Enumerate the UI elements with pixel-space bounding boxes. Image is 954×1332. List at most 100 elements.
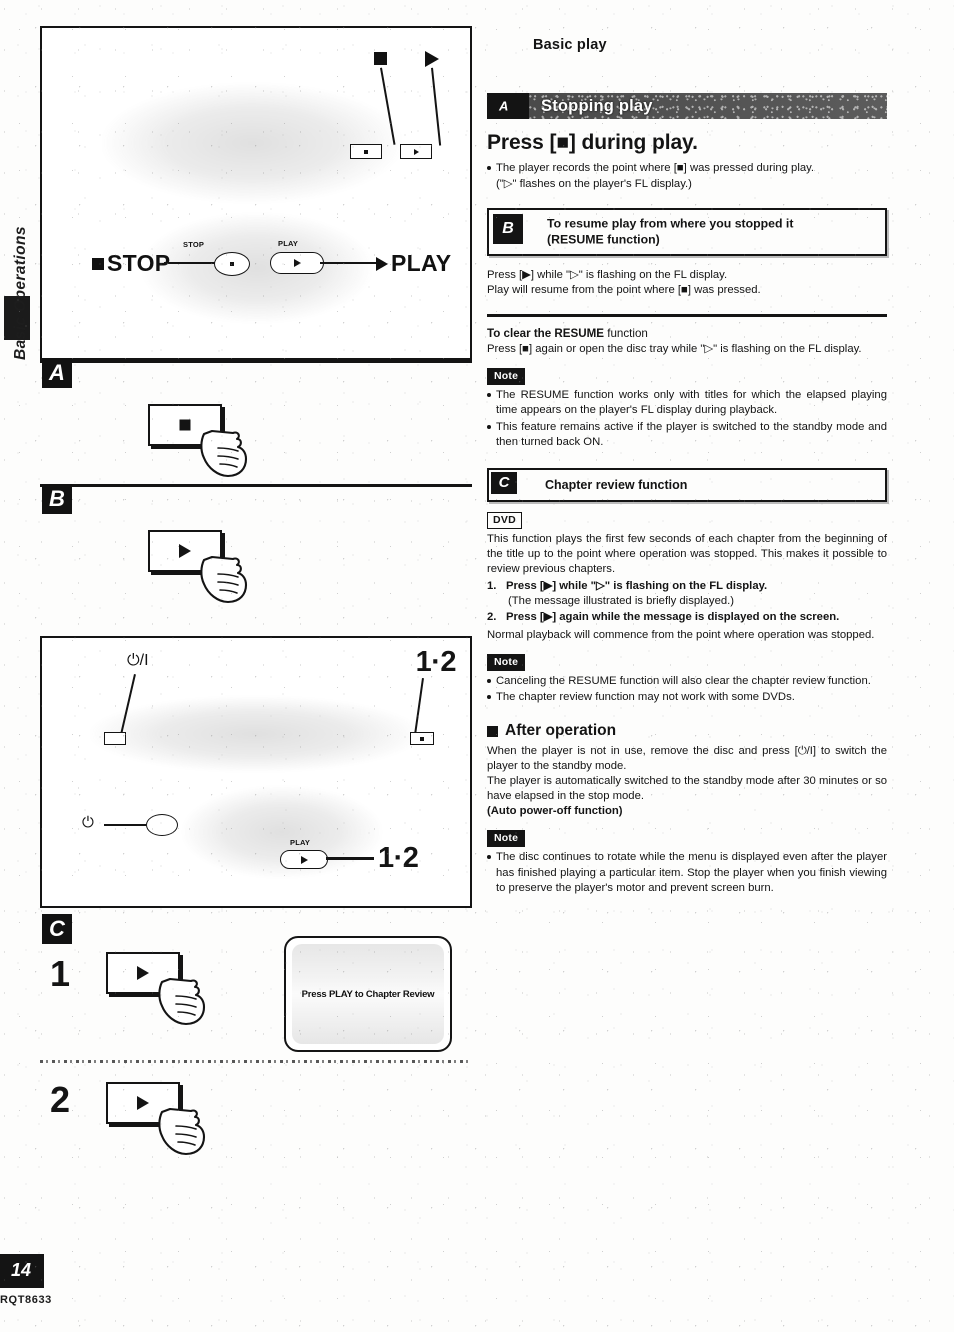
section-a-banner: A Stopping play <box>487 93 887 120</box>
step-number-1: 1 <box>50 953 71 994</box>
remote-play-button-mid <box>280 850 328 869</box>
clear-resume-heading: To clear the RESUME function <box>487 326 648 340</box>
stop-word-callout: STOP <box>92 250 170 277</box>
play-glyph-icon <box>425 51 439 67</box>
section-b-divider <box>487 314 887 317</box>
leader-rule-play <box>320 262 376 264</box>
note-label-2: Note <box>487 653 526 671</box>
section-b-title-line2: (RESUME function) <box>547 231 660 246</box>
section-b-title-line1: To resume play from where you stopped it <box>547 216 794 231</box>
ghost-remote-top <box>102 83 402 203</box>
panel-a-top-rule <box>40 360 472 363</box>
square-bullet-icon <box>487 725 498 737</box>
section-c-header-box: C Chapter review function <box>487 467 887 502</box>
dvd-media-tag: DVD <box>487 511 523 529</box>
play-triangle-icon <box>376 256 388 271</box>
player-stop-button <box>214 252 250 276</box>
section-a-bullet-2: ("▷" flashes on the player's FL display.… <box>496 177 692 190</box>
note-label-3: Note <box>487 830 526 848</box>
after-operation-paragraph-2: The player is automatically switched to … <box>487 775 887 803</box>
tv-screen-message: Press PLAY to Chapter Review <box>284 936 452 1052</box>
page-number: 14 <box>11 1260 32 1280</box>
play-word-callout: PLAY <box>376 250 451 277</box>
power-standby-callout: ⏻/I <box>127 652 149 669</box>
note-label-1: Note <box>487 368 526 386</box>
hand-pointing-icon <box>158 977 206 1026</box>
play-button-caption-mid: PLAY <box>290 838 311 847</box>
player-power-button-callout <box>104 732 126 745</box>
section-b-body-line2: Play will resume from the point where [■… <box>487 283 761 296</box>
document-code: RQT8633 <box>0 1294 52 1306</box>
panel-b-badge: B <box>42 484 72 514</box>
panel-b-top-rule <box>40 484 472 487</box>
clear-resume-body: Press [■] again or open the disc tray wh… <box>487 343 862 356</box>
play-triangle-icon <box>137 1096 149 1110</box>
remote-power-button <box>146 814 178 836</box>
power-symbol-callout: ⏻ <box>82 814 94 831</box>
step-number-2: 2 <box>50 1079 71 1120</box>
section-c-outro: Normal playback will commence from the p… <box>487 628 875 641</box>
leader-rule-power <box>104 824 146 826</box>
tv-message-text: Press PLAY to Chapter Review <box>301 988 435 1000</box>
after-operation-note-1: The disc continues to rotate while the m… <box>487 850 887 895</box>
stop-button-caption: STOP <box>183 240 205 249</box>
ghost-player-front <box>90 696 420 772</box>
step-label-bottom-right: 1·2 <box>378 842 419 874</box>
step-2-bold: Press [▶] again while the message is dis… <box>506 611 840 624</box>
panel-a-illustration: A <box>40 358 472 484</box>
after-operation-title: After operation <box>505 722 617 740</box>
section-c-title: Chapter review function <box>545 477 688 492</box>
remote-stop-button-callout <box>350 144 382 159</box>
section-b-header-box: B To resume play from where you stopped … <box>487 207 887 256</box>
step-1-bold: Press [▶] while "▷" is flashing on the F… <box>506 580 768 593</box>
hand-pointing-icon <box>200 429 248 478</box>
section-b-note-2: This feature remains active if the playe… <box>487 420 887 450</box>
auto-power-off-label: (Auto power-off function) <box>487 805 623 818</box>
panel-a-badge: A <box>42 358 72 388</box>
section-b-badge: B <box>493 213 523 244</box>
section-c-intro: This function plays the first few second… <box>487 532 887 576</box>
left-illustration-column: STOP STOP PLAY PLAY A B ⏻/I 1·2 ⏻ PLAY 1… <box>40 26 472 1188</box>
hand-pointing-icon <box>200 555 248 604</box>
panel-c-separator <box>40 1060 472 1063</box>
panel-c-illustration: C 1 Press PLAY to Chapter Review <box>40 908 472 1068</box>
section-a-title: Stopping play <box>541 97 653 116</box>
play-button-caption: PLAY <box>278 239 299 248</box>
page-title: Basic play <box>533 37 607 53</box>
section-a-heading: Press [■] during play. <box>487 131 698 155</box>
step-1-number: 1. <box>487 580 497 593</box>
right-text-column: Basic play A Stopping play Press [■] dur… <box>487 36 887 897</box>
section-c-steps: 1. Press [▶] while "▷" is flashing on th… <box>487 579 887 625</box>
after-operation-heading: After operation <box>487 721 887 742</box>
play-triangle-icon <box>137 966 149 980</box>
step-item-2: 2. Press [▶] again while the message is … <box>487 610 887 625</box>
manual-page: Basic Operations STOP STOP PLAY PLAY A B… <box>0 0 954 1332</box>
section-a-badge: A <box>499 98 509 114</box>
step-item-1: 1. Press [▶] while "▷" is flashing on th… <box>487 579 887 609</box>
hand-pointing-icon <box>158 1107 206 1156</box>
stop-square-icon <box>92 257 104 270</box>
panel-c-step2: 2 <box>40 1068 472 1188</box>
section-a-bullet-1: The player records the point where [■] w… <box>487 161 887 176</box>
remote-play-button-callout <box>400 144 432 159</box>
section-b-note-1: The RESUME function works only with titl… <box>487 388 887 418</box>
section-c-note-2: The chapter review function may not work… <box>487 690 887 705</box>
leader-rule-play-mid <box>326 857 374 860</box>
panel-c-badge: C <box>42 914 72 944</box>
ghost-remote-bottom <box>142 213 372 323</box>
leader-rule-stop <box>164 262 218 264</box>
section-b-body-line1: Press [▶] while "▷" is flashing on the F… <box>487 268 728 281</box>
leader-line-play <box>431 67 442 146</box>
step-label-top-right: 1·2 <box>415 646 457 678</box>
side-tab-label: Basic Operations <box>12 226 29 360</box>
after-operation-paragraph-1: When the player is not in use, remove th… <box>487 744 887 772</box>
stop-glyph-icon <box>374 52 387 65</box>
panel-b-illustration: B <box>40 484 472 610</box>
section-c-badge: C <box>491 471 517 494</box>
panel-power-overview: ⏻/I 1·2 ⏻ PLAY 1·2 <box>40 636 472 908</box>
play-triangle-icon <box>179 544 191 558</box>
step-2-number: 2. <box>487 611 497 624</box>
player-play-button-callout <box>410 732 434 745</box>
section-b-title: To resume play from where you stopped it… <box>547 216 793 247</box>
stop-square-icon <box>179 419 191 431</box>
